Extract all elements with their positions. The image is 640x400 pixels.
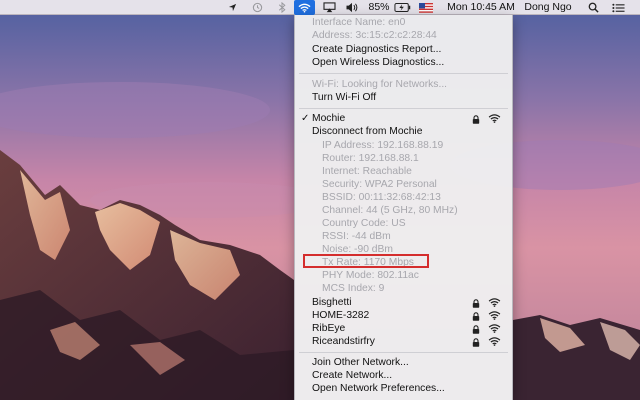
wifi-signal-icon: [488, 311, 501, 320]
network-name: RibEye: [312, 323, 346, 334]
network-name: HOME-3282: [312, 310, 370, 321]
disconnect-item[interactable]: Disconnect from Mochie: [295, 125, 512, 138]
network-name: Mochie: [312, 113, 346, 124]
lock-icon: [472, 338, 480, 347]
menu-separator: [299, 73, 508, 74]
detail-bssid: BSSID: 00:11:32:68:42:13: [322, 192, 441, 203]
time-machine-icon[interactable]: [250, 0, 264, 15]
detail-mcs-index: MCS Index: 9: [322, 283, 385, 294]
open-wireless-diagnostics-item[interactable]: Open Wireless Diagnostics...: [295, 56, 512, 69]
detail-ip-address: IP Address: 192.168.88.19: [322, 140, 444, 151]
tx-rate-highlight-box: [303, 254, 429, 268]
network-name: Riceandstirfry: [312, 336, 375, 347]
detail-internet: Internet: Reachable: [322, 166, 412, 177]
detail-rssi: RSSI: -44 dBm: [322, 231, 391, 242]
create-network-item[interactable]: Create Network...: [295, 369, 512, 382]
open-network-preferences-item[interactable]: Open Network Preferences...: [295, 382, 512, 395]
volume-icon[interactable]: [344, 0, 360, 15]
menu-bar: 85% Mon 10:45 AM Dong Ngo: [0, 0, 640, 15]
battery-percent: 85%: [368, 1, 390, 13]
menu-separator: [299, 352, 508, 353]
wifi-signal-icon: [488, 114, 501, 123]
wifi-signal-icon: [488, 324, 501, 333]
flag-icon[interactable]: [418, 0, 434, 15]
wifi-signal-icon: [488, 298, 501, 307]
detail-channel: Channel: 44 (5 GHz, 80 MHz): [322, 205, 458, 216]
detail-phy-mode: PHY Mode: 802.11ac: [322, 270, 419, 281]
join-other-network-item[interactable]: Join Other Network...: [295, 356, 512, 369]
notification-center-icon[interactable]: [610, 0, 626, 15]
wifi-icon[interactable]: [294, 0, 315, 15]
lock-icon: [472, 115, 480, 124]
wifi-status: Wi-Fi: Looking for Networks...: [312, 79, 448, 90]
network-item-mochie[interactable]: ✓ Mochie: [295, 112, 512, 125]
mac-address: Address: 3c:15:c2:c2:28:44: [312, 30, 437, 41]
network-item-riceandstirfry[interactable]: Riceandstirfry: [295, 335, 512, 348]
lock-icon: [472, 299, 480, 308]
menubar-clock[interactable]: Mon 10:45 AM: [442, 0, 520, 15]
lock-icon: [472, 312, 480, 321]
menu-separator: [299, 108, 508, 109]
location-icon[interactable]: [226, 0, 238, 15]
network-item-ribeye[interactable]: RibEye: [295, 322, 512, 335]
detail-security: Security: WPA2 Personal: [322, 179, 437, 190]
create-diagnostics-report-item[interactable]: Create Diagnostics Report...: [295, 43, 512, 56]
search-icon[interactable]: [586, 0, 600, 15]
bluetooth-icon[interactable]: [276, 0, 288, 15]
airplay-icon[interactable]: [322, 0, 337, 15]
wifi-menu: Interface Name: en0 Address: 3c:15:c2:c2…: [294, 15, 513, 400]
network-item-home-3282[interactable]: HOME-3282: [295, 309, 512, 322]
detail-router: Router: 192.168.88.1: [322, 153, 419, 164]
battery-icon[interactable]: [393, 0, 411, 15]
checkmark-icon: ✓: [301, 113, 310, 124]
user-name[interactable]: Dong Ngo: [523, 0, 573, 15]
network-name: Bisghetti: [312, 297, 352, 308]
wifi-signal-icon: [488, 337, 501, 346]
lock-icon: [472, 325, 480, 334]
detail-country-code: Country Code: US: [322, 218, 406, 229]
turn-wifi-off-item[interactable]: Turn Wi-Fi Off: [295, 91, 512, 104]
interface-name: Interface Name: en0: [312, 17, 406, 28]
network-item-bisghetti[interactable]: Bisghetti: [295, 296, 512, 309]
